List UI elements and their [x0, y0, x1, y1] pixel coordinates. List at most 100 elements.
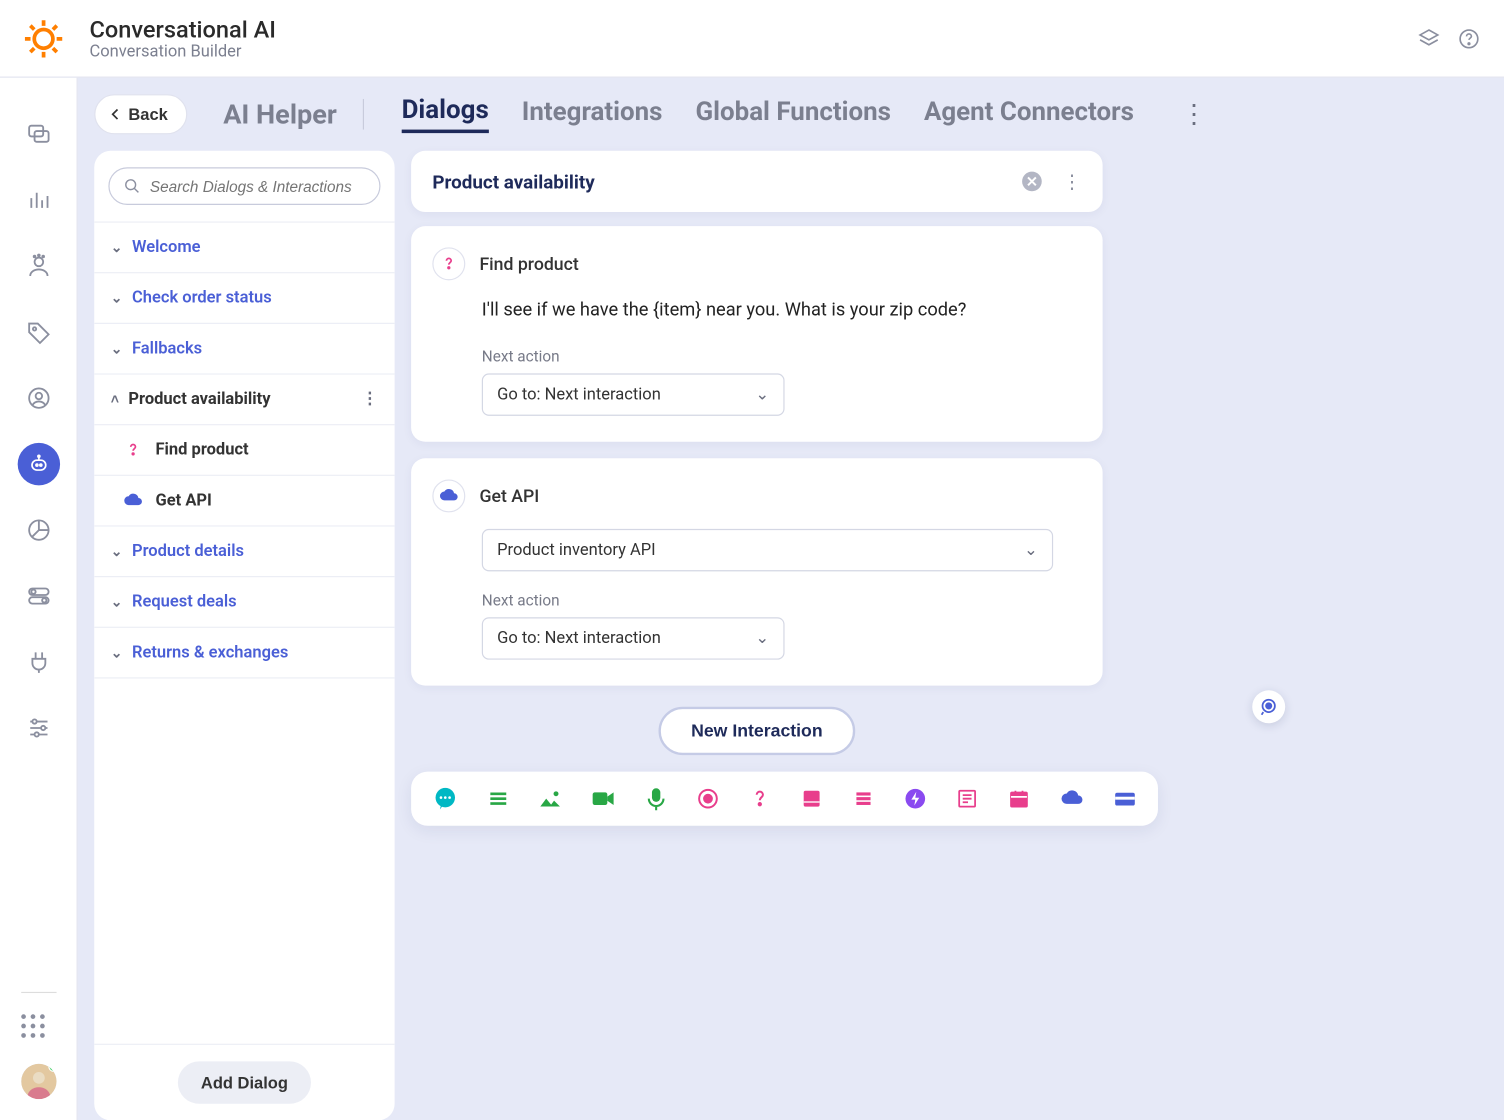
rail-user-icon[interactable] — [17, 377, 59, 419]
strip-payment-icon[interactable] — [1113, 786, 1137, 812]
search-box[interactable] — [108, 167, 380, 205]
workspace: ⌄ Welcome ⌄ Check order status ⌄ Fallbac… — [78, 151, 1504, 1120]
rail-tag-icon[interactable] — [17, 311, 59, 353]
dialog-item-returns[interactable]: ⌄ Returns & exchanges — [94, 628, 394, 679]
dialog-item-check-order[interactable]: ⌄ Check order status — [94, 273, 394, 324]
chevron-down-icon: ⌄ — [111, 290, 123, 306]
dialog-item-welcome[interactable]: ⌄ Welcome — [94, 223, 394, 274]
card-more-icon[interactable]: ⋮ — [1063, 170, 1082, 192]
add-dialog-button[interactable]: Add Dialog — [177, 1061, 311, 1103]
chevron-down-icon: ⌄ — [111, 239, 123, 255]
select-value: Go to: Next interaction — [497, 385, 661, 404]
interaction-card-find-product[interactable]: Find product I'll see if we have the {it… — [411, 226, 1102, 442]
interaction-item-find-product[interactable]: Find product — [94, 425, 394, 476]
next-action-select[interactable]: Go to: Next interaction ⌄ — [482, 617, 785, 659]
strip-image-icon[interactable] — [538, 786, 562, 812]
search-icon — [124, 177, 141, 196]
tab-divider — [363, 99, 364, 130]
select-value: Go to: Next interaction — [497, 629, 661, 648]
floating-preview-icon[interactable] — [1252, 690, 1285, 723]
question-icon — [123, 439, 144, 460]
strip-form-icon[interactable] — [955, 786, 979, 812]
app-subtitle: Conversation Builder — [90, 42, 276, 61]
help-icon[interactable] — [1457, 27, 1481, 51]
dialog-list: ⌄ Welcome ⌄ Check order status ⌄ Fallbac… — [94, 221, 394, 1043]
search-input[interactable] — [150, 177, 365, 195]
question-icon — [432, 247, 465, 280]
next-action-label: Next action — [482, 349, 1082, 367]
tab-global-functions[interactable]: Global Functions — [695, 97, 890, 131]
back-label: Back — [128, 105, 167, 124]
dialog-header-card: Product availability ⋮ — [411, 151, 1102, 212]
close-icon[interactable] — [1020, 170, 1044, 194]
chevron-down-icon: ⌄ — [111, 543, 123, 559]
topbar: Conversational AI Conversation Builder — [0, 0, 1504, 78]
strip-record-icon[interactable] — [696, 786, 720, 812]
rail-apps-grid-icon[interactable] — [21, 1014, 49, 1042]
strip-list-icon[interactable] — [852, 786, 876, 812]
dialog-item-product-details[interactable]: ⌄ Product details — [94, 527, 394, 578]
dialog-label: Product availability — [128, 390, 270, 409]
cloud-icon — [432, 479, 465, 512]
rail-analytics-icon[interactable] — [17, 179, 59, 221]
interaction-body-text[interactable]: I'll see if we have the {item} near you.… — [432, 280, 1081, 348]
strip-question-icon[interactable] — [748, 786, 772, 812]
dialog-title: Product availability — [432, 170, 594, 192]
rail-toggle-icon[interactable] — [17, 575, 59, 617]
rail-sliders-icon[interactable] — [17, 707, 59, 749]
interaction-type-strip: 25 — [411, 772, 1158, 826]
tab-dialogs[interactable]: Dialogs — [402, 95, 489, 133]
tab-agent-connectors[interactable]: Agent Connectors — [924, 97, 1134, 131]
tab-integrations[interactable]: Integrations — [522, 97, 663, 131]
dialog-label: Returns & exchanges — [132, 643, 288, 662]
strip-text-icon[interactable] — [487, 786, 511, 812]
interaction-name: Get API — [479, 485, 539, 506]
svg-text:25: 25 — [1015, 798, 1023, 806]
interaction-name: Find product — [479, 253, 578, 274]
canvas: Product availability ⋮ Find product I'll… — [411, 151, 1236, 1120]
dialog-item-product-availability[interactable]: ˄ Product availability ⋮ — [94, 375, 394, 426]
rail-chart-icon[interactable] — [17, 509, 59, 551]
strip-video-icon[interactable] — [590, 786, 616, 812]
interaction-card-get-api[interactable]: Get API Product inventory API ⌄ Next act… — [411, 458, 1102, 685]
layers-icon[interactable] — [1417, 27, 1441, 51]
dialog-label: Welcome — [132, 238, 201, 257]
new-interaction-button[interactable]: New Interaction — [658, 707, 856, 755]
chevron-down-icon: ⌄ — [1024, 541, 1038, 560]
brand-titles: Conversational AI Conversation Builder — [90, 15, 276, 61]
interaction-label: Find product — [155, 441, 248, 460]
next-action-select[interactable]: Go to: Next interaction ⌄ — [482, 373, 785, 415]
interaction-item-get-api[interactable]: Get API — [94, 476, 394, 527]
rail-avatar[interactable] — [21, 1064, 56, 1099]
ai-helper-label[interactable]: AI Helper — [223, 98, 337, 130]
app-title: Conversational AI — [90, 15, 276, 43]
tabs-nav: Dialogs Integrations Global Functions Ag… — [402, 95, 1214, 133]
rail-conversations-icon[interactable] — [17, 113, 59, 155]
tabs-row: Back AI Helper Dialogs Integrations Glob… — [78, 78, 1504, 151]
brand-logo — [21, 16, 66, 61]
strip-calendar-icon[interactable]: 25 — [1007, 786, 1031, 812]
chevron-down-icon: ⌄ — [111, 340, 123, 356]
dialog-item-fallbacks[interactable]: ⌄ Fallbacks — [94, 324, 394, 375]
chevron-down-icon: ⌄ — [111, 594, 123, 610]
rail-agent-icon[interactable] — [17, 245, 59, 287]
left-rail — [0, 78, 78, 1120]
strip-chat-icon[interactable] — [432, 786, 458, 812]
next-action-label: Next action — [482, 593, 1082, 611]
back-button[interactable]: Back — [94, 94, 188, 134]
tab-more-icon[interactable]: ⋮ — [1174, 100, 1214, 129]
rail-plugin-icon[interactable] — [17, 641, 59, 683]
dialogs-panel: ⌄ Welcome ⌄ Check order status ⌄ Fallbac… — [94, 151, 394, 1120]
strip-audio-icon[interactable] — [644, 786, 668, 812]
chevron-up-icon: ˄ — [111, 391, 119, 407]
strip-bolt-icon[interactable] — [904, 786, 928, 812]
dialog-item-request-deals[interactable]: ⌄ Request deals — [94, 577, 394, 628]
rail-bot-icon[interactable] — [17, 443, 59, 485]
strip-cloud-icon[interactable] — [1059, 786, 1085, 812]
dialog-label: Fallbacks — [132, 339, 202, 358]
dialog-item-more-icon[interactable]: ⋮ — [362, 390, 378, 409]
dialog-label: Request deals — [132, 593, 237, 612]
api-select[interactable]: Product inventory API ⌄ — [482, 529, 1053, 571]
strip-card-icon[interactable] — [800, 786, 824, 812]
dialog-label: Check order status — [132, 289, 272, 308]
